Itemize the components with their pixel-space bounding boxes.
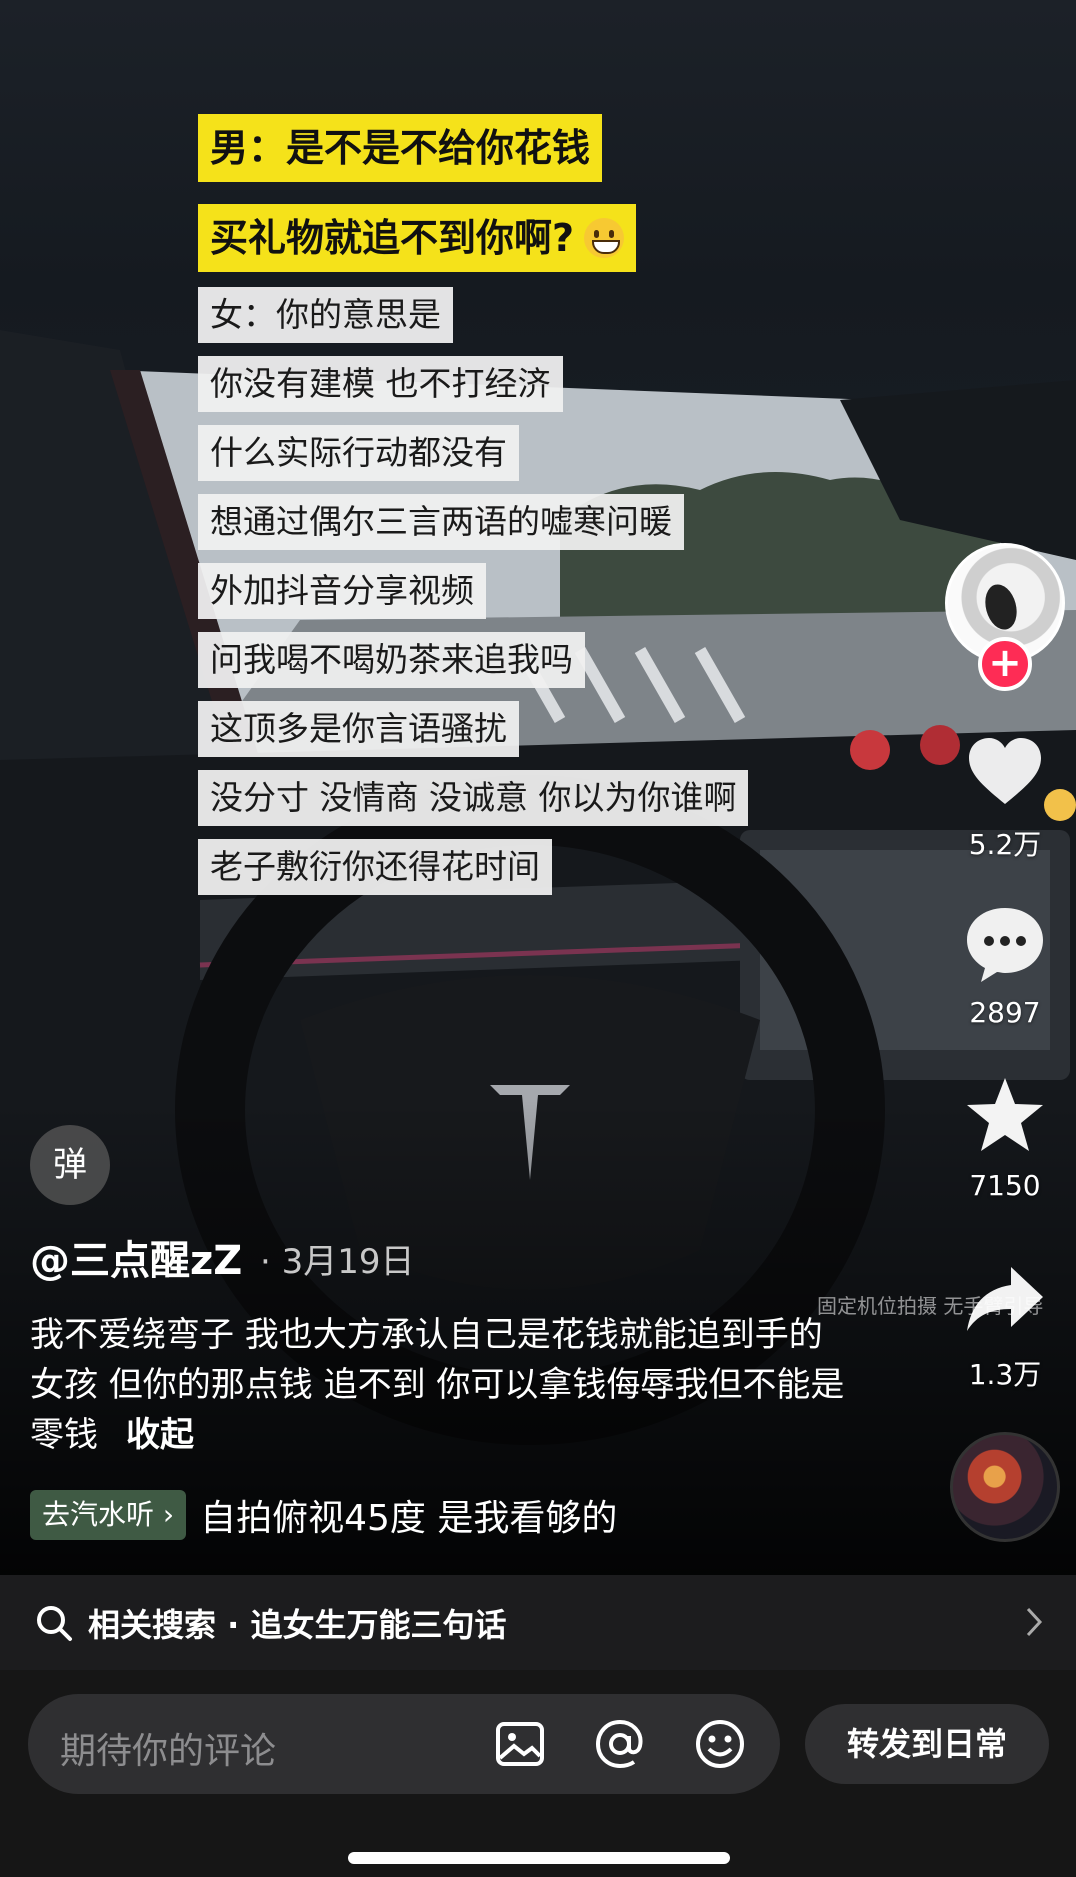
post-description: 我不爱绕弯子 我也大方承认自己是花钱就能追到手的女孩 但你的那点钱 追不到 你可…: [30, 1310, 850, 1460]
comment-icon[interactable]: [963, 902, 1047, 986]
comment-placeholder: 期待你的评论: [60, 1731, 277, 1772]
caption-line: 这顶多是你言语骚扰: [198, 701, 519, 757]
related-search-bar[interactable]: 相关搜索 · 追女生万能三句话: [0, 1575, 1076, 1670]
video-watermark: 固定机位拍摄 无手臂引导: [817, 1294, 1044, 1318]
danmu-toggle-button[interactable]: 弹: [30, 1125, 110, 1205]
music-row[interactable]: 去汽水听 › 自拍俯视45度 是我看够的: [30, 1490, 617, 1540]
caption-line: 没分寸 没情商 没诚意 你以为你谁啊: [198, 770, 749, 826]
comment-bar: 期待你的评论 转发到日常: [0, 1670, 1076, 1877]
follow-button[interactable]: +: [978, 637, 1032, 691]
caption-man-line-1: 男：是不是不给你花钱: [198, 114, 603, 182]
emoji-icon[interactable]: [690, 1714, 750, 1774]
search-icon: [37, 1605, 72, 1641]
favorite-count: 7150: [969, 1169, 1041, 1202]
like-count: 5.2万: [968, 828, 1042, 861]
qishui-tag[interactable]: 去汽水听 ›: [30, 1490, 187, 1540]
home-indicator: [348, 1852, 730, 1864]
caption-line: 外加抖音分享视频: [198, 563, 486, 619]
caption-line: 问我喝不喝奶茶来追我吗: [198, 632, 585, 688]
share-to-daily-button[interactable]: 转发到日常: [805, 1704, 1049, 1784]
chevron-right-icon: [1026, 1607, 1043, 1637]
star-icon[interactable]: [963, 1074, 1047, 1158]
music-disc[interactable]: [950, 1432, 1060, 1542]
heart-icon[interactable]: [963, 730, 1047, 814]
related-search-label: 相关搜索 · 追女生万能三句话: [88, 1605, 507, 1644]
image-icon[interactable]: [490, 1714, 550, 1774]
caption-line: 想通过偶尔三言两语的嘘寒问暖: [198, 494, 684, 550]
caption-man-line-2-text: 买礼物就追不到你啊?: [210, 216, 575, 260]
caption-line: 你没有建模 也不打经济: [198, 356, 563, 412]
at-icon[interactable]: [590, 1714, 650, 1774]
collapse-button[interactable]: 收起: [126, 1415, 194, 1455]
comment-count: 2897: [969, 996, 1041, 1029]
caption-line: 老子敷衍你还得花时间: [198, 839, 552, 895]
caption-line: 女：你的意思是: [198, 287, 453, 343]
author-name[interactable]: @三点醒zZ: [30, 1228, 242, 1286]
smiley-emoji: [584, 217, 625, 258]
comment-input[interactable]: 期待你的评论: [28, 1694, 780, 1794]
share-count: 1.3万: [968, 1358, 1042, 1391]
caption-line: 什么实际行动都没有: [198, 425, 519, 481]
caption-man-line-2: 买礼物就追不到你啊?: [198, 204, 637, 272]
music-title: 自拍俯视45度 是我看够的: [200, 1498, 618, 1539]
post-date: · 3月19日: [260, 1242, 415, 1282]
